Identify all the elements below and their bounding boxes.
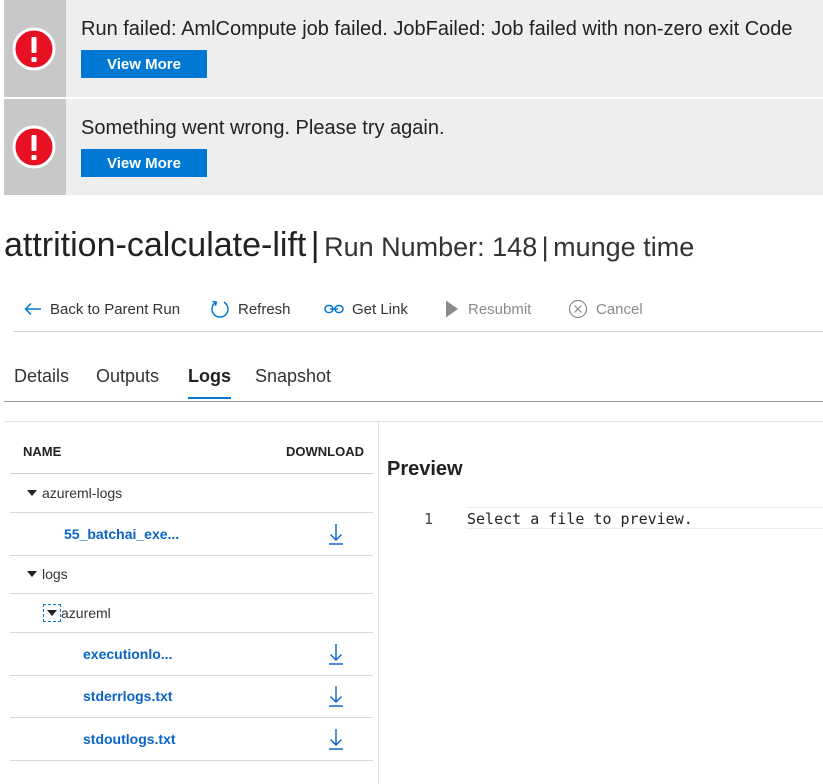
caret-down-icon[interactable] [27,571,37,577]
alert-icon-box [4,99,66,195]
back-to-parent-run-button[interactable]: Back to Parent Run [24,298,180,320]
error-banner-generic: Something went wrong. Please try again. … [4,99,823,195]
tree-file-row: 55_batchai_exe... [10,513,373,556]
link-icon [324,304,344,314]
get-link-label: Get Link [352,300,408,318]
title-separator: | [541,232,549,262]
view-more-button[interactable]: View More [81,50,207,78]
run-number: Run Number: 148 [324,232,538,262]
alert-message: Run failed: AmlCompute job failed. JobFa… [81,18,793,40]
tab-outputs[interactable]: Outputs [96,366,159,397]
alert-icon-box [4,0,66,97]
column-header-download: DOWNLOAD [286,444,364,459]
tree-file-row: executionlo... [10,633,373,676]
experiment-name: attrition-calculate-lift [4,226,307,264]
line-number: 1 [424,510,434,528]
error-icon [12,125,56,169]
refresh-icon [211,300,229,318]
download-icon[interactable] [328,728,344,750]
caret-down-icon[interactable] [27,490,37,496]
file-link[interactable]: stdoutlogs.txt [83,731,176,747]
refresh-button[interactable]: Refresh [210,298,291,320]
cancel-button[interactable]: Cancel [568,298,643,320]
cancel-label: Cancel [596,300,643,318]
file-link[interactable]: executionlo... [83,646,172,662]
tree-folder-azureml-logs[interactable]: azureml-logs [10,474,373,513]
cancel-circle-icon [568,299,588,319]
preview-text: Select a file to preview. [467,510,693,528]
panel-divider [378,422,379,784]
tree-file-row: stdoutlogs.txt [10,718,373,761]
error-banner-run-failed: Run failed: AmlCompute job failed. JobFa… [4,0,823,97]
page-title: attrition-calculate-lift | Run Number: 1… [4,226,694,265]
resubmit-label: Resubmit [468,300,532,318]
arrow-left-icon [24,302,41,316]
error-icon [12,27,56,70]
file-link[interactable]: 55_batchai_exe... [64,526,179,542]
folder-label: azureml [61,605,111,621]
refresh-label: Refresh [238,300,291,318]
download-icon[interactable] [328,523,344,545]
tab-snapshot[interactable]: Snapshot [255,366,331,397]
tab-details[interactable]: Details [14,366,69,397]
tree-file-row: stderrlogs.txt [10,676,373,718]
tab-logs[interactable]: Logs [188,366,231,399]
run-tabs: Details Outputs Logs Snapshot [4,366,823,402]
caret-down-icon [47,610,57,616]
focus-ring[interactable] [43,604,61,622]
back-label: Back to Parent Run [50,300,181,318]
tree-header: NAME DOWNLOAD [10,422,373,474]
run-name: munge time [553,232,695,262]
get-link-button[interactable]: Get Link [324,298,408,320]
resubmit-button[interactable]: Resubmit [444,298,531,320]
download-icon[interactable] [328,643,344,665]
alert-message: Something went wrong. Please try again. [81,117,445,139]
tree-folder-logs[interactable]: logs [10,556,373,594]
preview-title: Preview [387,458,463,480]
folder-label: azureml-logs [42,485,123,501]
play-icon [446,300,458,318]
file-link[interactable]: stderrlogs.txt [83,688,172,704]
command-bar: Back to Parent Run Refresh Get Link Resu… [14,298,823,332]
tree-folder-azureml[interactable]: azureml [10,594,373,633]
folder-label: logs [42,566,68,582]
download-icon[interactable] [328,685,344,707]
view-more-button[interactable]: View More [81,149,207,177]
column-header-name: NAME [23,444,62,459]
title-separator: | [310,226,320,264]
